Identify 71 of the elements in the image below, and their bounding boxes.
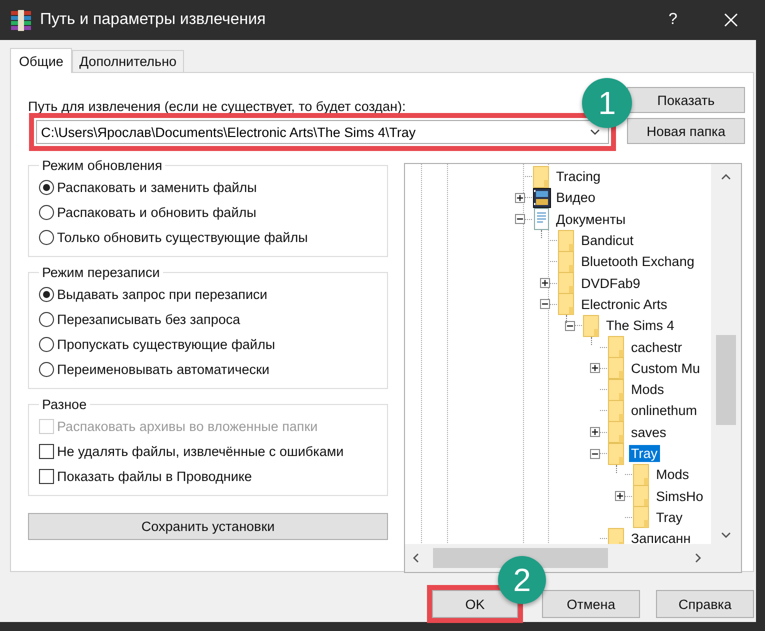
- folder-icon: [558, 230, 576, 252]
- expand-icon[interactable]: [540, 278, 550, 288]
- tree-item[interactable]: Bluetooth Exchang: [579, 253, 696, 270]
- tab[interactable]: Общие: [10, 48, 72, 73]
- radio-button[interactable]: [39, 312, 54, 327]
- folder-icon: [633, 485, 651, 508]
- collapse-icon[interactable]: [515, 214, 525, 224]
- group-title: Разное: [41, 397, 88, 412]
- radio-button[interactable]: [39, 230, 54, 245]
- folder-icon: [558, 293, 576, 316]
- option-label: Только обновить существующие файлы: [57, 230, 308, 245]
- radio-button[interactable]: [39, 205, 54, 220]
- help-button[interactable]: ?: [648, 4, 698, 36]
- window-title: Путь и параметры извлечения: [40, 11, 266, 29]
- folder-icon: [608, 357, 626, 380]
- side-button[interactable]: Новая папка: [627, 118, 745, 144]
- save-settings-button[interactable]: Сохранить установки: [28, 513, 388, 540]
- document-icon: [533, 208, 551, 230]
- checkbox[interactable]: [39, 444, 54, 459]
- side-button[interactable]: Показать: [627, 87, 745, 113]
- option-label: Не удалять файлы, извлечённые с ошибками: [57, 444, 344, 459]
- expand-icon[interactable]: [515, 192, 525, 203]
- group-title: Режим перезаписи: [41, 265, 161, 280]
- dropdown-icon: [590, 129, 600, 135]
- film-icon: [533, 186, 551, 209]
- tab[interactable]: Дополнительно: [72, 50, 184, 72]
- option-label: Показать файлы в Проводнике: [57, 469, 252, 484]
- app-icon: [10, 9, 32, 31]
- dialog-button[interactable]: Отмена: [542, 590, 640, 618]
- folder-icon: [608, 336, 626, 358]
- scroll-up-icon: [721, 174, 731, 180]
- option-label: Распаковать и заменить файлы: [57, 180, 257, 195]
- expand-icon[interactable]: [615, 491, 625, 502]
- option-label: Перезаписывать без запроса: [57, 312, 240, 327]
- tree-item[interactable]: Tracing: [554, 168, 603, 186]
- collapse-icon[interactable]: [590, 448, 600, 458]
- vertical-scrollbar[interactable]: [711, 164, 741, 544]
- option-label: Распаковать и обновить файлы: [57, 205, 256, 220]
- folder-icon: [558, 272, 576, 294]
- folder-icon: [633, 506, 651, 528]
- scroll-left-icon: [413, 553, 419, 563]
- expand-icon[interactable]: [590, 363, 600, 374]
- collapse-icon[interactable]: [540, 299, 550, 310]
- path-label: Путь для извлечения (если не существует, то будет создан):: [28, 99, 406, 114]
- checkbox[interactable]: [39, 469, 54, 484]
- option-label: Выдавать запрос при перезаписи: [57, 287, 268, 302]
- group-title: Режим обновления: [41, 158, 164, 173]
- expand-icon[interactable]: [590, 427, 600, 438]
- option-label: Переименовывать автоматически: [57, 362, 270, 377]
- option-label: Пропускать существующие файлы: [57, 337, 276, 352]
- folder-icon: [608, 400, 626, 422]
- scroll-right-icon: [695, 553, 701, 563]
- scroll-down-icon: [721, 532, 731, 538]
- option-label: Распаковать архивы во вложенные папки: [57, 419, 318, 434]
- folder-icon: [633, 464, 651, 486]
- folder-icon: [583, 314, 601, 337]
- folder-icon: [533, 166, 551, 188]
- close-icon: [724, 13, 738, 27]
- radio-button[interactable]: [39, 287, 54, 302]
- folder-icon: [608, 378, 626, 401]
- radio-button[interactable]: [39, 362, 54, 377]
- folder-icon: [608, 421, 626, 444]
- dialog-button[interactable]: Справка: [656, 590, 754, 618]
- folder-icon: [558, 250, 576, 273]
- radio-button[interactable]: [39, 337, 54, 352]
- radio-button[interactable]: [39, 180, 54, 195]
- tree-item[interactable]: Tray: [629, 445, 660, 462]
- scrollbar-thumb[interactable]: [433, 548, 608, 568]
- collapse-icon[interactable]: [565, 320, 575, 331]
- scrollbar-thumb[interactable]: [716, 335, 736, 425]
- folder-icon: [608, 442, 626, 465]
